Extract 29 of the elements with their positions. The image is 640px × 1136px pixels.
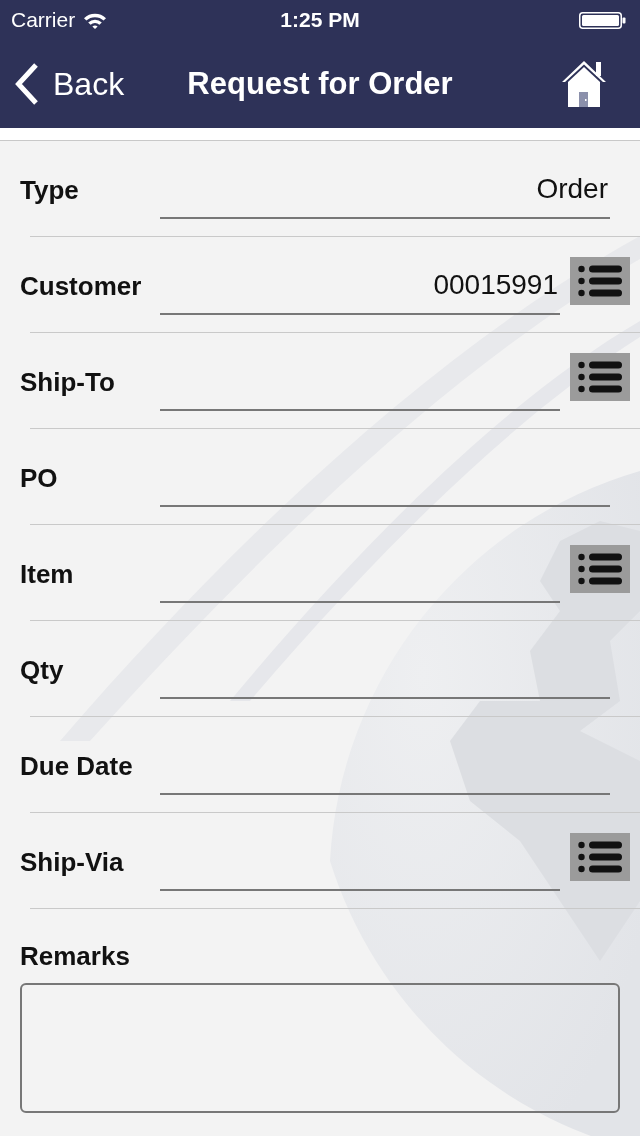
list-button[interactable] xyxy=(570,545,630,593)
list-button[interactable] xyxy=(570,353,630,401)
field-label: PO xyxy=(19,462,59,495)
field-label: Due Date xyxy=(19,750,134,783)
list-button[interactable] xyxy=(570,833,630,881)
list-icon xyxy=(578,553,622,585)
carrier-name: Carrier xyxy=(11,8,76,32)
chevron-left-icon xyxy=(15,63,39,105)
text-field[interactable]: Order xyxy=(160,161,610,219)
field-label: Ship-To xyxy=(19,366,116,399)
home-button[interactable] xyxy=(562,61,606,107)
remarks-field[interactable] xyxy=(20,983,620,1113)
field-label: Type xyxy=(19,174,80,207)
battery-icon xyxy=(579,11,626,29)
field-label: Qty xyxy=(19,654,65,687)
list-button[interactable] xyxy=(570,257,630,305)
field-label: Remarks xyxy=(20,940,130,973)
list-icon xyxy=(578,265,622,297)
field-label: Item xyxy=(19,558,75,591)
status-time: 1:25 PM xyxy=(280,8,360,32)
house-icon xyxy=(562,61,606,107)
screen-title: Request for Order xyxy=(187,66,453,102)
list-icon xyxy=(578,841,622,873)
wifi-icon xyxy=(83,11,108,29)
text-field[interactable]: 00015991 xyxy=(160,257,560,315)
list-icon xyxy=(578,361,622,393)
field-label: Ship-Via xyxy=(19,846,125,879)
back-button[interactable]: Back xyxy=(15,63,129,105)
field-label: Customer xyxy=(19,270,143,303)
